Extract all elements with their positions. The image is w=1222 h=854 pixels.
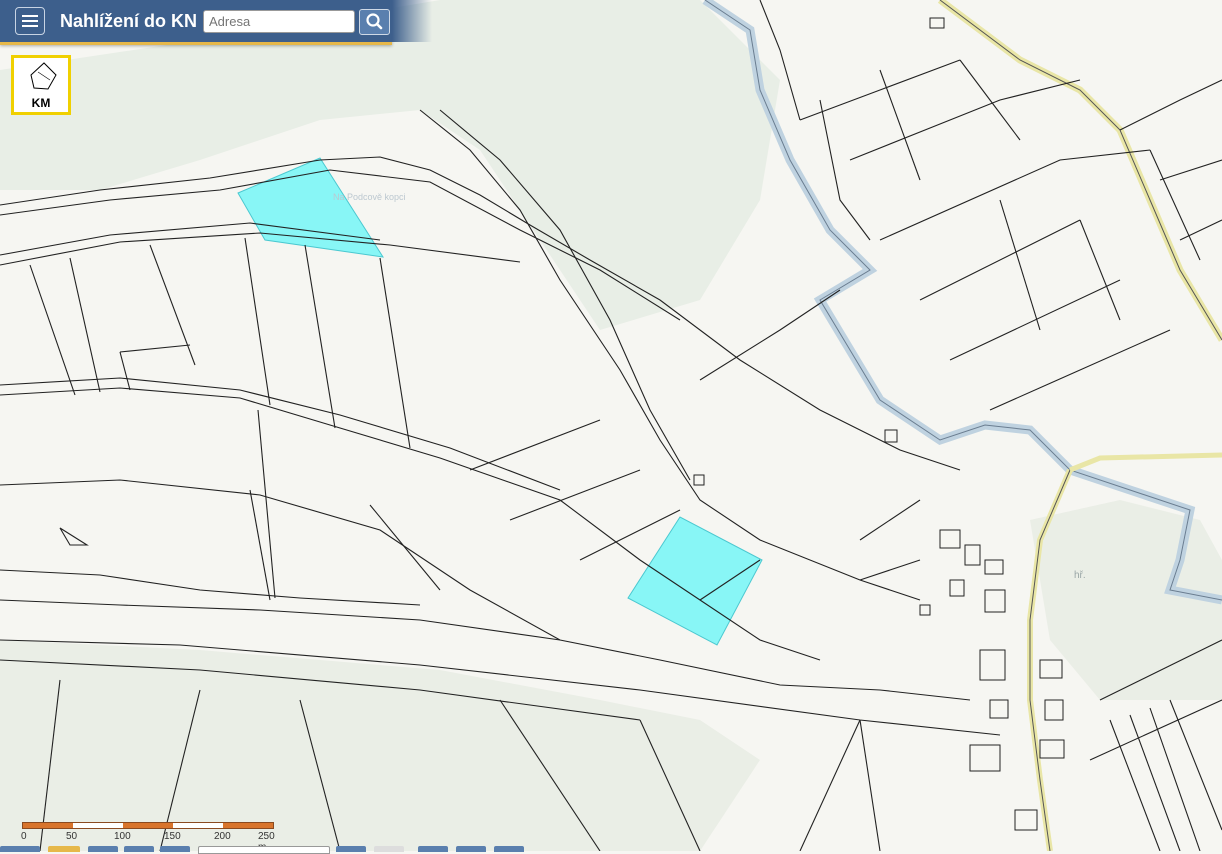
address-search-input[interactable] — [203, 10, 355, 33]
tool-button[interactable] — [48, 846, 80, 852]
map-layer-switch-button[interactable]: KM — [11, 55, 71, 115]
hamburger-icon — [22, 15, 38, 17]
search-button[interactable] — [359, 9, 390, 35]
app-title: Nahlížení do KN — [60, 11, 198, 31]
tool-button[interactable] — [336, 846, 366, 852]
bottom-toolbar — [0, 844, 1222, 854]
search-icon — [366, 13, 383, 30]
tool-button[interactable] — [418, 846, 448, 852]
scale-label: 0 — [21, 831, 27, 842]
map-scale: 0 50 100 150 200 250 m — [21, 822, 275, 853]
tool-button[interactable] — [0, 846, 40, 852]
scale-bar — [22, 822, 274, 829]
scale-label: 200 — [214, 831, 231, 842]
tool-button[interactable] — [124, 846, 154, 852]
tool-button[interactable] — [494, 846, 524, 852]
scale-labels: 0 50 100 150 200 250 m — [21, 829, 275, 853]
scale-label: 150 — [164, 831, 181, 842]
layer-switch-label: KM — [31, 96, 51, 110]
tool-button[interactable] — [456, 846, 486, 852]
cadastral-map[interactable]: Na Podcově kopci hř. — [0, 0, 1222, 851]
tool-button[interactable] — [374, 846, 404, 852]
scale-label: 50 — [66, 831, 78, 842]
tool-button[interactable] — [88, 846, 118, 852]
scale-label: 100 — [114, 831, 131, 842]
tool-button[interactable] — [160, 846, 190, 852]
tool-button[interactable] — [198, 846, 330, 854]
cadastral-map-icon — [30, 62, 57, 90]
menu-button[interactable] — [15, 7, 45, 35]
app-header: Nahlížení do KN — [0, 0, 432, 45]
place-label: hř. — [1074, 570, 1086, 581]
place-label: Na Podcově kopci — [333, 192, 406, 202]
